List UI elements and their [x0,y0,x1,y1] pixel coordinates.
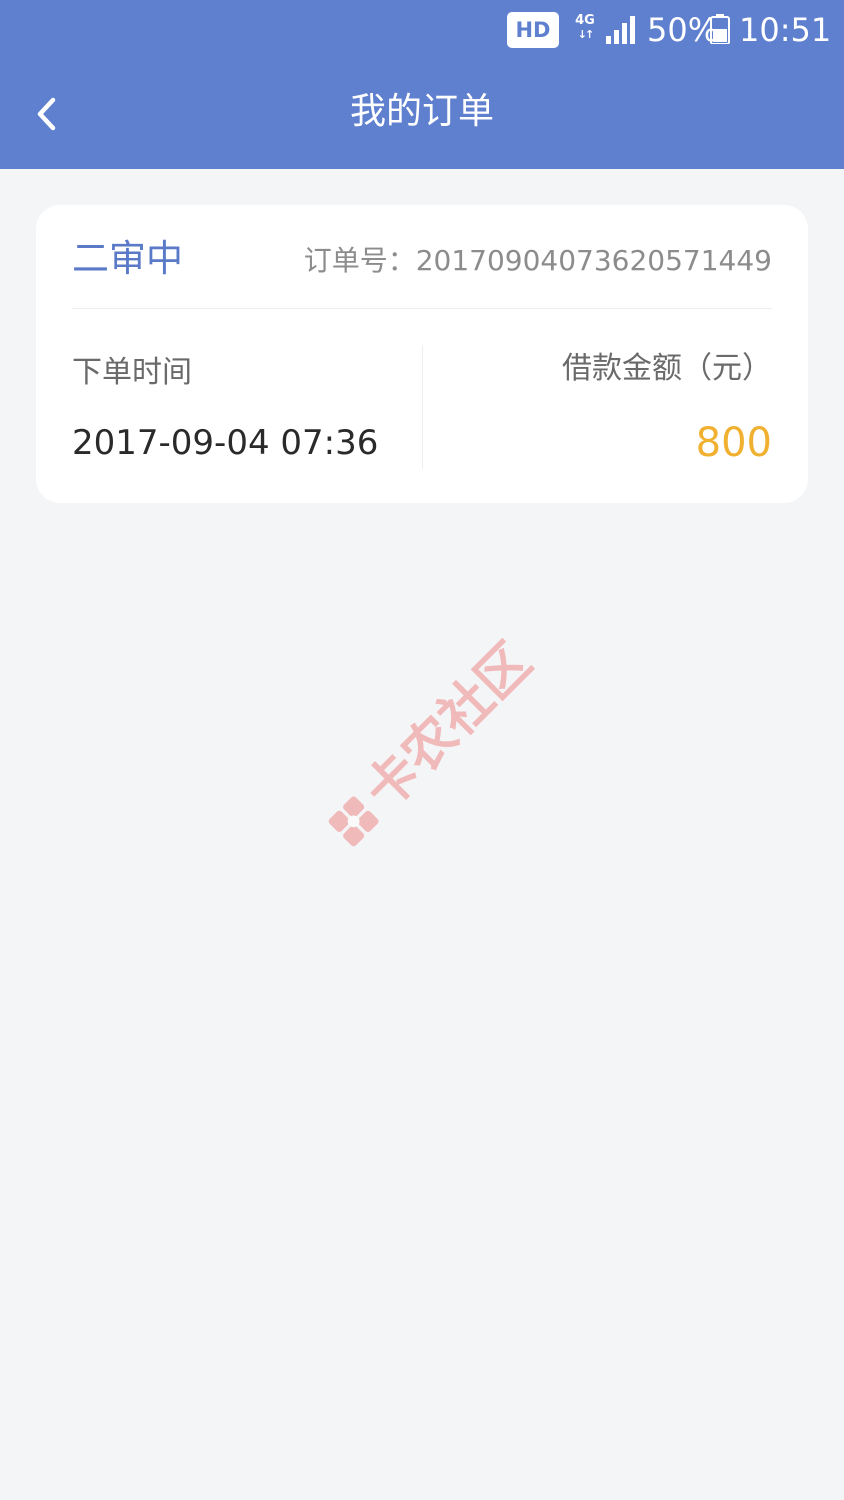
card-divider [72,308,772,309]
app-header: HD 4G ↓↑ 50% 10:51 我的订单 [0,0,844,169]
status-bar: HD 4G ↓↑ 50% 10:51 [0,0,844,62]
battery-icon [710,14,730,44]
clock: 10:51 [739,11,832,49]
hd-badge: HD [507,12,559,48]
network-4g-icon: 4G ↓↑ [572,14,598,48]
loan-amount-value: 800 [695,420,772,466]
page-title: 我的订单 [349,91,494,132]
watermark-text: 卡农社区 [353,631,544,822]
order-status: 二审中 [72,237,183,280]
order-time-label: 下单时间 [72,355,192,390]
network-type-label: 4G [575,13,595,28]
signal-icon [606,16,635,44]
order-number-label: 订单号： [303,244,416,277]
watermark: 卡农社区 [306,621,553,868]
order-card[interactable]: 二审中 订单号：20170904073620571449 下单时间 2017-0… [36,205,808,503]
column-divider [422,345,423,469]
loan-amount-label: 借款金额（元） [562,351,772,386]
battery-percent: 50% [647,11,719,49]
order-number-value: 20170904073620571449 [415,244,772,277]
order-time-value: 2017-09-04 07:36 [72,423,379,463]
order-number: 订单号：20170904073620571449 [304,241,772,281]
